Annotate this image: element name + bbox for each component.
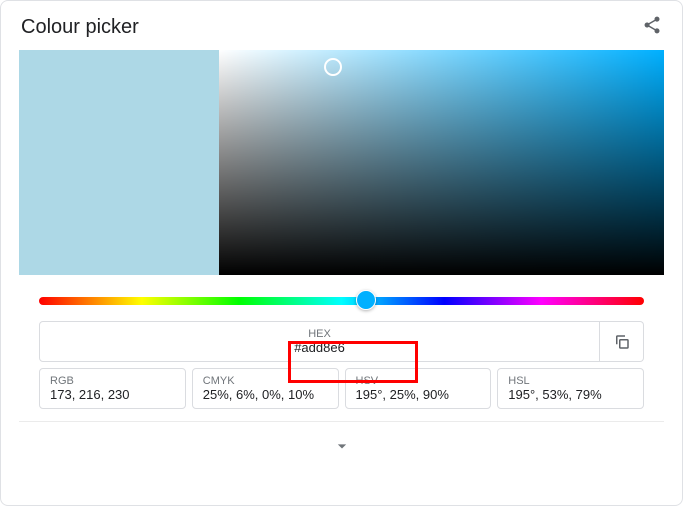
hsl-label: HSL — [508, 375, 633, 387]
rgb-box[interactable]: RGB 173, 216, 230 — [39, 368, 186, 409]
hsl-box[interactable]: HSL 195°, 53%, 79% — [497, 368, 644, 409]
expand-button[interactable] — [19, 421, 664, 461]
hex-value: #add8e6 — [40, 340, 599, 355]
saturation-value-field[interactable] — [219, 50, 664, 275]
picker-area — [19, 50, 664, 275]
hsv-box[interactable]: HSV 195°, 25%, 90% — [345, 368, 492, 409]
hex-row: HEX #add8e6 — [1, 321, 682, 362]
cmyk-value: 25%, 6%, 0%, 10% — [203, 387, 328, 402]
page-title: Colour picker — [21, 16, 139, 39]
hue-slider-thumb[interactable] — [356, 290, 376, 310]
rgb-label: RGB — [50, 375, 175, 387]
hsv-value: 195°, 25%, 90% — [356, 387, 481, 402]
hue-slider[interactable] — [39, 297, 644, 305]
header: Colour picker — [1, 1, 682, 50]
cmyk-label: CMYK — [203, 375, 328, 387]
copy-button[interactable] — [600, 321, 644, 362]
colour-swatch — [19, 50, 219, 275]
share-icon — [642, 15, 662, 35]
hex-box[interactable]: HEX #add8e6 — [39, 321, 600, 362]
share-button[interactable] — [642, 15, 662, 40]
hsv-label: HSV — [356, 375, 481, 387]
hue-slider-row — [1, 275, 682, 321]
chevron-down-icon — [332, 436, 352, 456]
hsl-value: 195°, 53%, 79% — [508, 387, 633, 402]
formats-row: RGB 173, 216, 230 CMYK 25%, 6%, 0%, 10% … — [1, 362, 682, 409]
hex-label: HEX — [40, 328, 599, 340]
cmyk-box[interactable]: CMYK 25%, 6%, 0%, 10% — [192, 368, 339, 409]
sv-cursor[interactable] — [324, 58, 342, 76]
rgb-value: 173, 216, 230 — [50, 387, 175, 402]
colour-picker-card: Colour picker HEX #add8e6 RGB 173, 216, … — [0, 0, 683, 506]
copy-icon — [613, 333, 631, 351]
